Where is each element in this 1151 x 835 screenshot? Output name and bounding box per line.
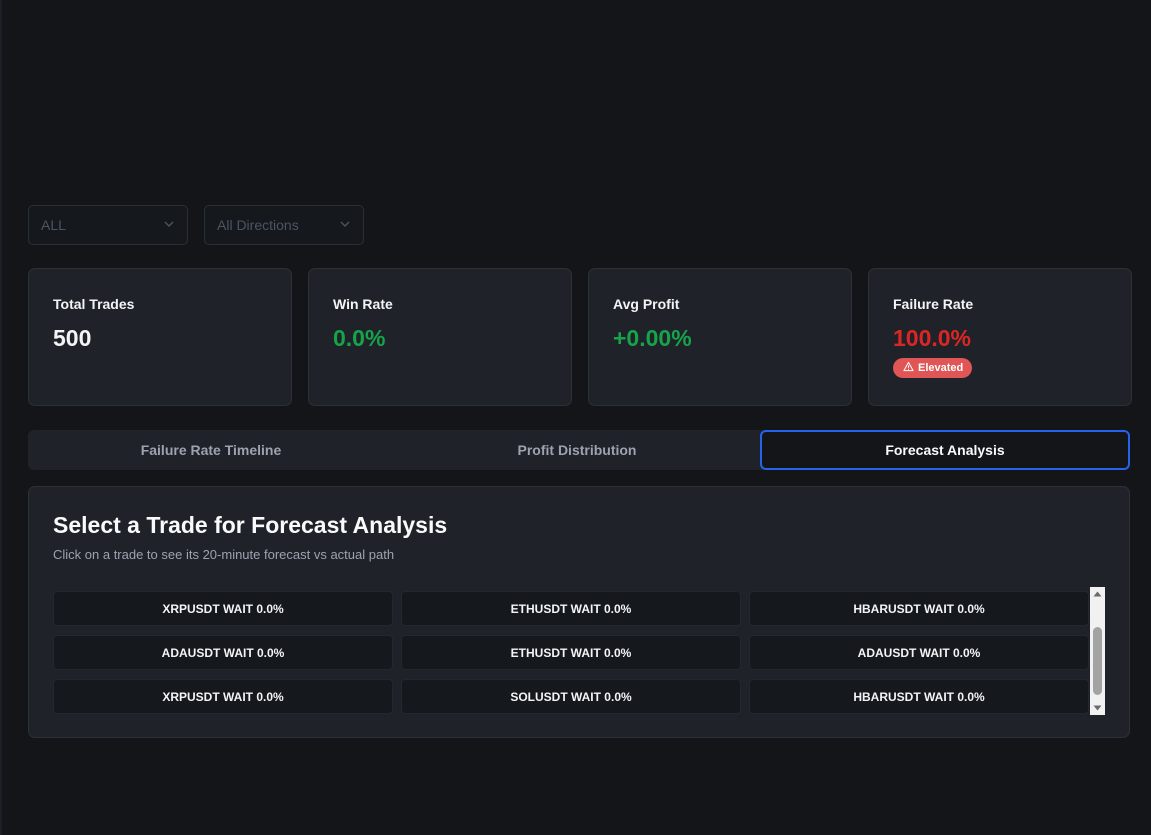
panel-subtitle: Click on a trade to see its 20-minute fo… bbox=[53, 547, 395, 562]
scroll-down-arrow-icon[interactable] bbox=[1090, 701, 1105, 715]
trade-button[interactable]: XRPUSDT WAIT 0.0% bbox=[53, 591, 393, 626]
analysis-tabs: Failure Rate Timeline Profit Distributio… bbox=[28, 430, 1130, 470]
trade-button[interactable]: ADAUSDT WAIT 0.0% bbox=[53, 635, 393, 670]
chevron-down-icon bbox=[339, 217, 351, 233]
status-badge-label: Elevated bbox=[918, 362, 964, 374]
scrollbar-thumb[interactable] bbox=[1093, 627, 1102, 695]
stat-value: 100.0% bbox=[893, 325, 972, 351]
trade-button[interactable]: ETHUSDT WAIT 0.0% bbox=[401, 635, 741, 670]
stat-value: 0.0% bbox=[333, 325, 386, 351]
market-select[interactable]: ALL bbox=[28, 205, 188, 245]
chevron-down-icon bbox=[163, 217, 175, 233]
trade-button[interactable]: XRPUSDT WAIT 0.0% bbox=[53, 679, 393, 714]
stat-label: Total Trades bbox=[53, 296, 135, 312]
trade-button[interactable]: SOLUSDT WAIT 0.0% bbox=[401, 679, 741, 714]
stat-value: 500 bbox=[53, 325, 92, 351]
stat-label: Avg Profit bbox=[613, 296, 680, 312]
stat-value: +0.00% bbox=[613, 325, 692, 351]
tab-forecast-analysis[interactable]: Forecast Analysis bbox=[760, 430, 1130, 470]
total-trades-card: Total Trades 500 bbox=[28, 268, 292, 406]
filter-bar: ALL All Directions bbox=[28, 205, 364, 245]
direction-select[interactable]: All Directions bbox=[204, 205, 364, 245]
scroll-up-arrow-icon[interactable] bbox=[1090, 587, 1105, 601]
panel-title: Select a Trade for Forecast Analysis bbox=[53, 512, 448, 538]
forecast-panel: Select a Trade for Forecast Analysis Cli… bbox=[28, 486, 1130, 738]
trade-grid: XRPUSDT WAIT 0.0% ETHUSDT WAIT 0.0% HBAR… bbox=[53, 591, 1089, 714]
direction-select-value: All Directions bbox=[217, 217, 299, 233]
stat-label: Failure Rate bbox=[893, 296, 974, 312]
stats-cards: Total Trades 500 Win Rate 0.0% Avg Profi… bbox=[28, 268, 1132, 406]
warning-icon bbox=[903, 361, 914, 375]
tab-failure-rate-timeline[interactable]: Failure Rate Timeline bbox=[28, 430, 394, 470]
stat-label: Win Rate bbox=[333, 296, 393, 312]
window-edge bbox=[0, 0, 2, 835]
status-badge: Elevated bbox=[893, 358, 973, 378]
avg-profit-card: Avg Profit +0.00% bbox=[588, 268, 852, 406]
failure-rate-card: Failure Rate 100.0% Elevated bbox=[868, 268, 1132, 406]
scrollbar[interactable] bbox=[1090, 587, 1105, 715]
trade-button[interactable]: ETHUSDT WAIT 0.0% bbox=[401, 591, 741, 626]
win-rate-card: Win Rate 0.0% bbox=[308, 268, 572, 406]
trade-button[interactable]: HBARUSDT WAIT 0.0% bbox=[749, 591, 1089, 626]
trade-button[interactable]: ADAUSDT WAIT 0.0% bbox=[749, 635, 1089, 670]
dashboard-page: ALL All Directions Total Trades 500 Win … bbox=[0, 0, 1151, 835]
market-select-value: ALL bbox=[41, 217, 66, 233]
trade-button[interactable]: HBARUSDT WAIT 0.0% bbox=[749, 679, 1089, 714]
tab-profit-distribution[interactable]: Profit Distribution bbox=[394, 430, 760, 470]
trade-list: XRPUSDT WAIT 0.0% ETHUSDT WAIT 0.0% HBAR… bbox=[53, 587, 1105, 715]
